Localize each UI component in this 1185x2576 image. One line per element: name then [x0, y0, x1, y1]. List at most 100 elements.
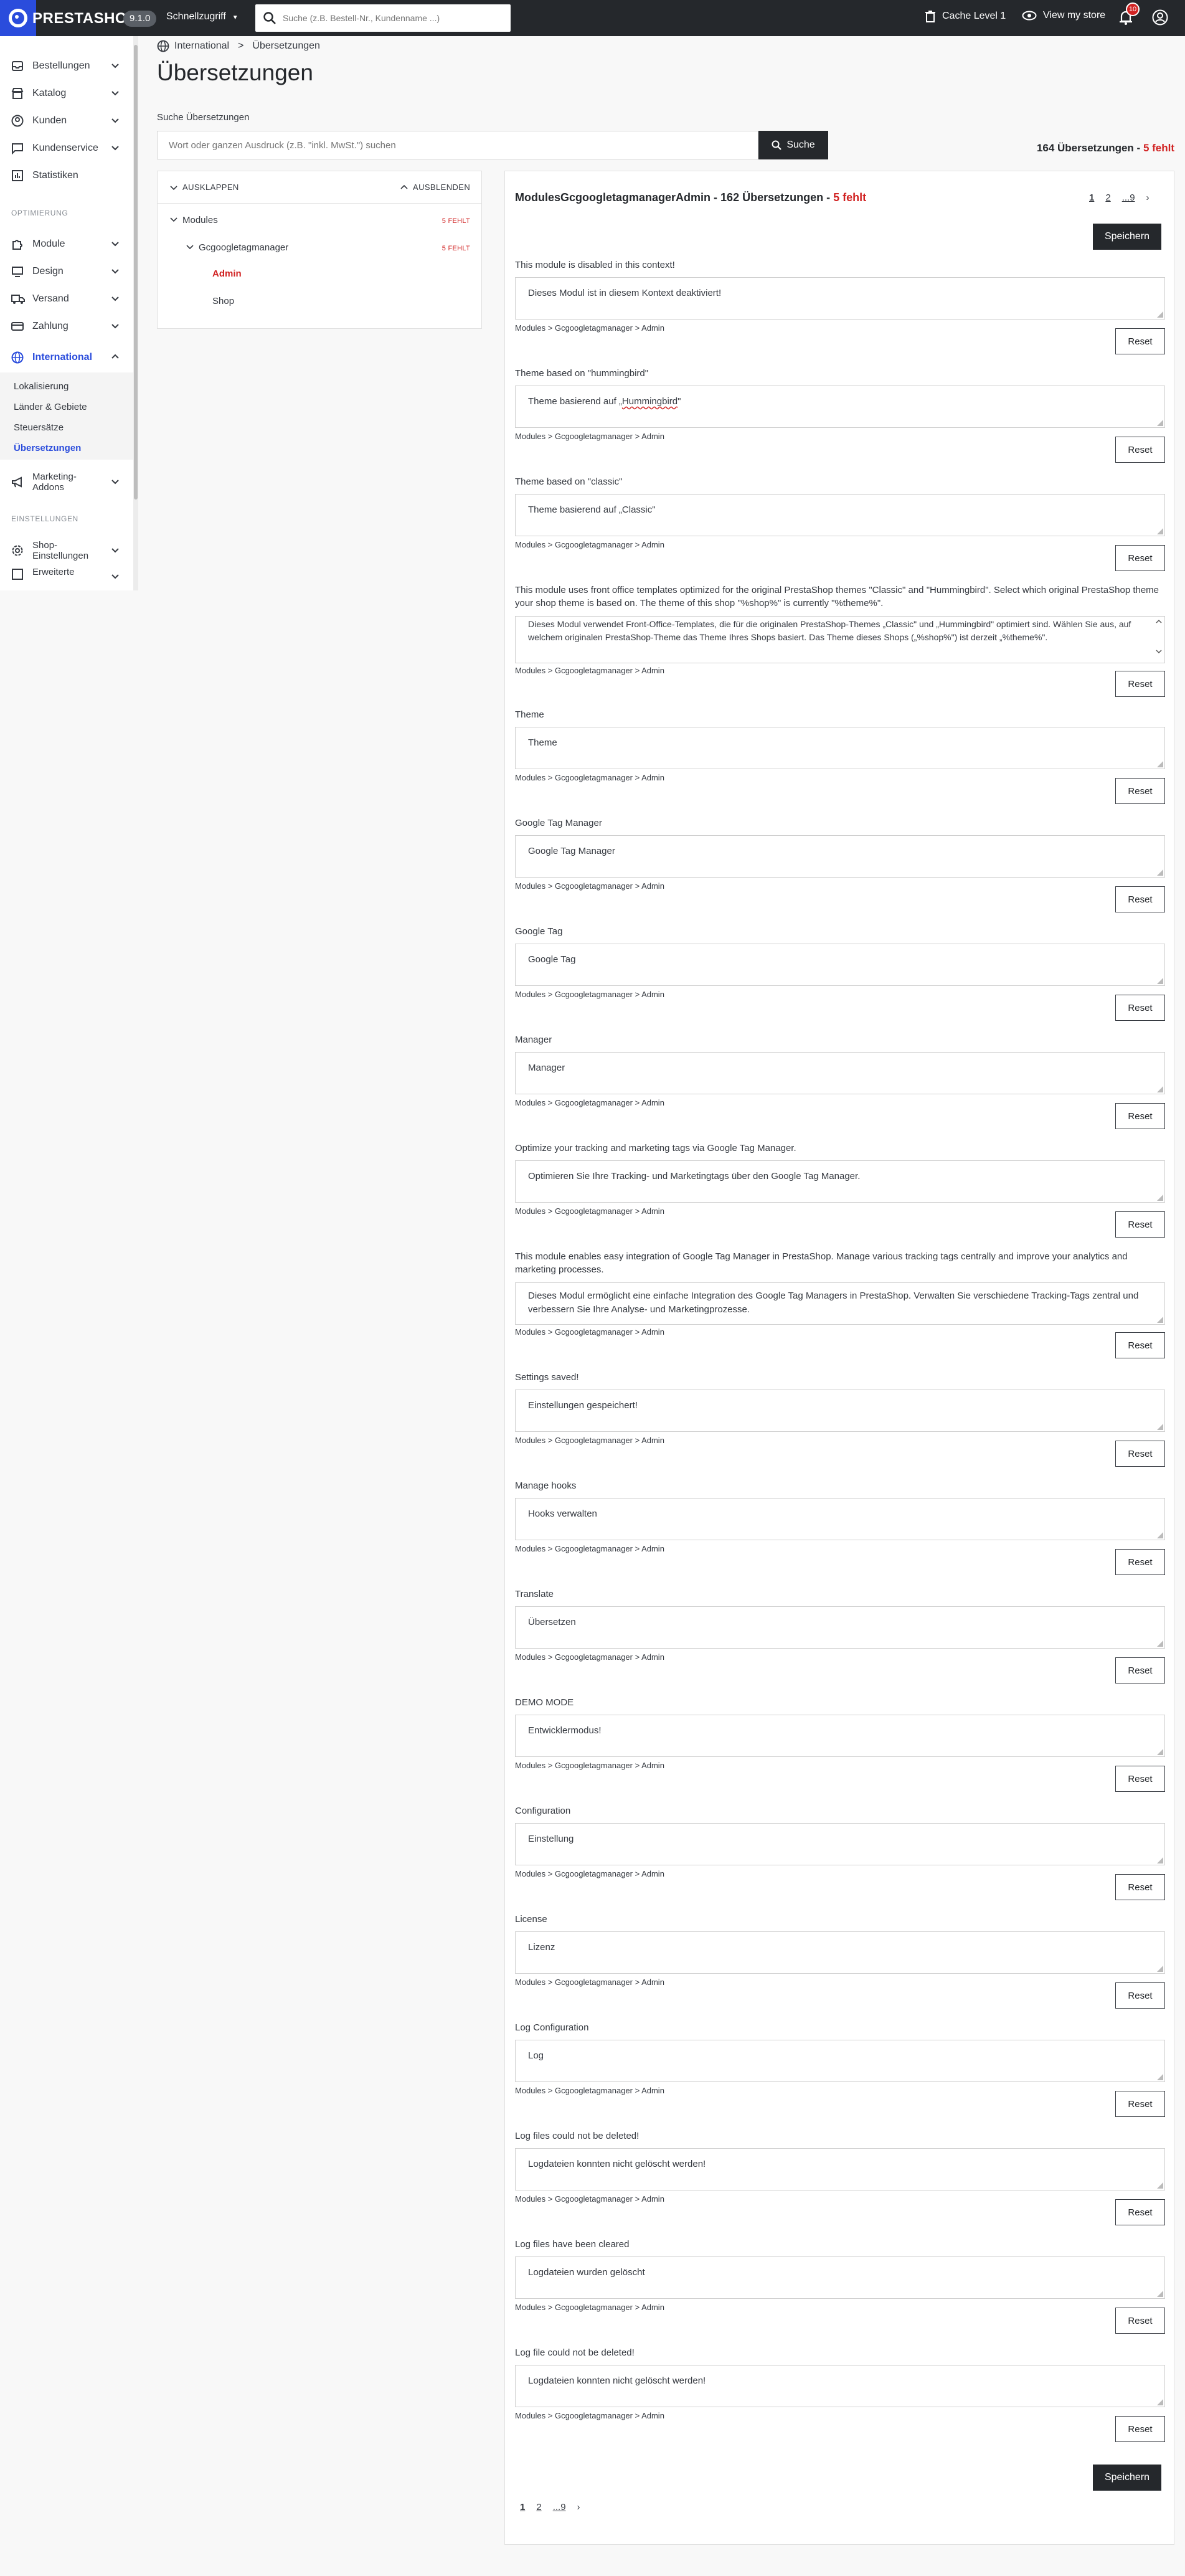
reset-button[interactable]: Reset — [1115, 1982, 1165, 2009]
translation-textarea[interactable]: Theme basierend auf „Classic" — [515, 494, 1165, 536]
reset-button[interactable]: Reset — [1115, 1332, 1165, 1358]
translation-textarea[interactable]: Google Tag Manager — [515, 835, 1165, 878]
quick-access-button[interactable]: Schnellzugriff ▼ — [166, 11, 238, 22]
sidebar-item-statistics[interactable]: Statistiken — [0, 162, 133, 189]
sidebar-item-design[interactable]: Design — [0, 258, 133, 285]
resize-handle[interactable] — [1157, 978, 1163, 984]
reset-button[interactable]: Reset — [1115, 545, 1165, 571]
textarea-scrollbar[interactable] — [1154, 618, 1163, 655]
resize-handle[interactable] — [1157, 1857, 1163, 1863]
reset-button[interactable]: Reset — [1115, 2416, 1165, 2442]
translation-textarea[interactable]: Manager — [515, 1052, 1165, 1094]
subnav-countries[interactable]: Länder & Gebiete — [14, 402, 87, 412]
resize-handle[interactable] — [1157, 2074, 1163, 2080]
sidebar-item-shipping[interactable]: Versand — [0, 285, 133, 313]
reset-button[interactable]: Reset — [1115, 1549, 1165, 1575]
expand-button[interactable]: AUSKLAPPEN — [170, 182, 239, 192]
reset-button[interactable]: Reset — [1115, 328, 1165, 354]
page-1[interactable]: 1 — [520, 2502, 525, 2512]
resize-handle[interactable] — [1157, 1532, 1163, 1538]
sidebar-item-payment[interactable]: Zahlung — [0, 313, 133, 340]
resize-handle[interactable] — [1157, 1195, 1163, 1201]
subnav-translations[interactable]: Übersetzungen — [14, 443, 81, 453]
resize-handle[interactable] — [1157, 2399, 1163, 2405]
breadcrumb-parent[interactable]: International — [174, 40, 229, 52]
sidebar-item-orders[interactable]: Bestellungen — [0, 52, 133, 80]
top-search-input[interactable] — [283, 4, 507, 32]
reset-button[interactable]: Reset — [1115, 437, 1165, 463]
translation-textarea[interactable]: Entwicklermodus! — [515, 1715, 1165, 1757]
resize-handle[interactable] — [1157, 311, 1163, 318]
page-9[interactable]: ...9 — [1122, 192, 1135, 203]
page-2[interactable]: 2 — [1105, 192, 1110, 203]
page-9[interactable]: ...9 — [553, 2502, 566, 2512]
tree-node-gcgoogletagmanager[interactable]: Gcgoogletagmanager — [186, 242, 288, 253]
resize-handle[interactable] — [1157, 1641, 1163, 1647]
reset-button[interactable]: Reset — [1115, 2091, 1165, 2117]
view-store-link[interactable]: View my store — [1022, 10, 1105, 21]
tree-node-modules[interactable]: Modules — [170, 215, 218, 225]
logo-text[interactable]: PRESTASHOP — [32, 10, 138, 27]
reset-button[interactable]: Reset — [1115, 1103, 1165, 1129]
sidebar-item-international[interactable]: International — [0, 344, 133, 371]
page-1[interactable]: 1 — [1089, 192, 1094, 203]
translation-textarea[interactable]: Dieses Modul ermöglicht eine einfache In… — [515, 1282, 1165, 1325]
sidebar-item-marketing[interactable]: Marketing-Addons — [0, 468, 133, 496]
tree-node-shop[interactable]: Shop — [212, 296, 234, 306]
resize-handle[interactable] — [1157, 1086, 1163, 1092]
resize-handle[interactable] — [1157, 420, 1163, 426]
subnav-taxes[interactable]: Steuersätze — [14, 422, 64, 433]
translation-textarea[interactable]: Übersetzen — [515, 1606, 1165, 1649]
tree-node-admin[interactable]: Admin — [212, 268, 242, 279]
resize-handle[interactable] — [1157, 869, 1163, 876]
translation-textarea[interactable]: Dieses Modul ist in diesem Kontext deakt… — [515, 277, 1165, 320]
translation-textarea[interactable]: Dieses Modul verwendet Front-Office-Temp… — [515, 616, 1165, 663]
reset-button[interactable]: Reset — [1115, 1874, 1165, 1900]
translation-textarea[interactable]: Theme basierend auf „Hummingbird" — [515, 386, 1165, 428]
resize-handle[interactable] — [1157, 1424, 1163, 1430]
sidebar-item-modules[interactable]: Module — [0, 230, 133, 258]
sidebar-item-catalog[interactable]: Katalog — [0, 80, 133, 107]
sidebar-item-shop-settings[interactable]: Shop-Einstellungen — [0, 537, 133, 564]
next-page-icon[interactable]: › — [1146, 192, 1150, 203]
reset-button[interactable]: Reset — [1115, 1766, 1165, 1792]
collapse-button[interactable]: AUSBLENDEN — [400, 182, 470, 192]
next-page-icon[interactable]: › — [577, 2502, 580, 2512]
reset-button[interactable]: Reset — [1115, 2308, 1165, 2334]
sidebar-item-advanced[interactable]: Erweiterte — [0, 566, 133, 584]
translation-textarea[interactable]: Logdateien wurden gelöscht — [515, 2256, 1165, 2299]
account-icon[interactable] — [1152, 9, 1168, 26]
resize-handle[interactable] — [1157, 1317, 1163, 1323]
translation-textarea[interactable]: Lizenz — [515, 1931, 1165, 1974]
sidebar-item-customer-service[interactable]: Kundenservice — [0, 135, 133, 162]
translation-textarea[interactable]: Theme — [515, 727, 1165, 769]
translation-search-input[interactable] — [157, 131, 758, 159]
translation-textarea[interactable]: Log — [515, 2040, 1165, 2082]
save-button-bottom[interactable]: Speichern — [1093, 2465, 1161, 2491]
save-button-top[interactable]: Speichern — [1093, 224, 1161, 250]
translation-textarea[interactable]: Google Tag — [515, 944, 1165, 986]
reset-button[interactable]: Reset — [1115, 995, 1165, 1021]
resize-handle[interactable] — [1157, 1749, 1163, 1755]
reset-button[interactable]: Reset — [1115, 1441, 1165, 1467]
reset-button[interactable]: Reset — [1115, 886, 1165, 912]
cache-level-button[interactable]: Cache Level 1 — [925, 10, 1006, 22]
reset-button[interactable]: Reset — [1115, 2199, 1165, 2225]
translation-textarea[interactable]: Logdateien konnten nicht gelöscht werden… — [515, 2365, 1165, 2407]
resize-handle[interactable] — [1157, 761, 1163, 767]
prestashop-logo-icon[interactable] — [0, 0, 36, 36]
translation-textarea[interactable]: Einstellung — [515, 1823, 1165, 1865]
reset-button[interactable]: Reset — [1115, 1211, 1165, 1238]
resize-handle[interactable] — [1157, 1966, 1163, 1972]
reset-button[interactable]: Reset — [1115, 1657, 1165, 1683]
sidebar-item-customers[interactable]: Kunden — [0, 107, 133, 135]
translation-textarea[interactable]: Einstellungen gespeichert! — [515, 1390, 1165, 1432]
sidebar-scrollbar-thumb[interactable] — [134, 45, 138, 500]
subnav-localization[interactable]: Lokalisierung — [14, 381, 68, 392]
translation-textarea[interactable]: Logdateien konnten nicht gelöscht werden… — [515, 2148, 1165, 2190]
resize-handle[interactable] — [1157, 2291, 1163, 2297]
search-button[interactable]: Suche — [758, 131, 828, 159]
translation-textarea[interactable]: Optimieren Sie Ihre Tracking- und Market… — [515, 1160, 1165, 1203]
reset-button[interactable]: Reset — [1115, 778, 1165, 804]
reset-button[interactable]: Reset — [1115, 671, 1165, 697]
